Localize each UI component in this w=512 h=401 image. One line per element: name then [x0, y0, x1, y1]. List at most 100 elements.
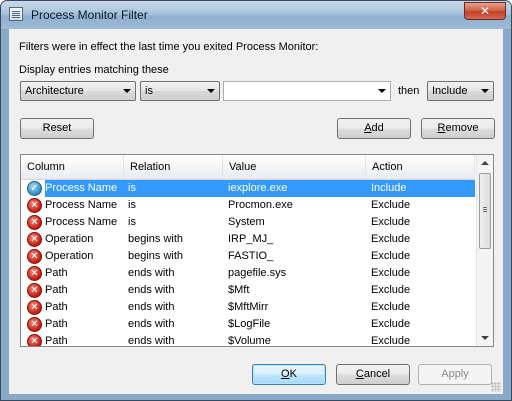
x-icon: ✕	[27, 283, 42, 298]
column-dropdown[interactable]: Architecture	[20, 81, 136, 101]
app-icon	[9, 7, 23, 21]
cell-action: Exclude	[371, 250, 411, 262]
cell-value: iexplore.exe	[228, 182, 288, 194]
add-button-accel: A	[364, 122, 372, 134]
value-combobox[interactable]	[223, 81, 391, 101]
cancel-button[interactable]: Cancel	[336, 364, 410, 385]
cell-action: Exclude	[371, 335, 411, 347]
resize-grip-icon[interactable]	[491, 382, 501, 392]
cell-value: System	[228, 216, 265, 228]
cell-relation: begins with	[128, 233, 184, 245]
display-label: Display entries matching these	[19, 64, 169, 76]
table-row[interactable]: ✕ Path ends with $Mft Exclude	[21, 282, 475, 299]
x-icon: ✕	[27, 215, 42, 230]
table-row[interactable]: ✕ Path ends with pagefile.sys Exclude	[21, 265, 475, 282]
cell-relation: is	[128, 216, 136, 228]
x-icon: ✕	[27, 266, 42, 281]
table-row[interactable]: ✓ Process Name is iexplore.exe Include	[21, 180, 475, 197]
cell-action: Exclude	[371, 199, 411, 211]
cell-relation: ends with	[128, 335, 175, 347]
table-row[interactable]: ✕ Process Name is Procmon.exe Exclude	[21, 197, 475, 214]
table-row[interactable]: ✕ Process Name is System Exclude	[21, 214, 475, 231]
table-row[interactable]: ✕ Path ends with $Volume Exclude	[21, 333, 475, 347]
cell-relation: ends with	[128, 284, 175, 296]
window-title: Process Monitor Filter	[31, 8, 148, 22]
chevron-down-icon	[378, 89, 386, 93]
action-dropdown[interactable]: Include	[427, 81, 494, 101]
cell-action: Exclude	[371, 284, 411, 296]
cell-column: Process Name	[45, 216, 118, 228]
x-icon: ✕	[27, 334, 42, 346]
apply-button[interactable]: Apply	[418, 364, 492, 385]
cell-column: Path	[45, 267, 68, 279]
cell-value: $Volume	[228, 335, 271, 347]
cell-value: $MftMirr	[228, 301, 269, 313]
cell-action: Exclude	[371, 216, 411, 228]
process-monitor-filter-window: Process Monitor Filter ✕ Filters were in…	[0, 0, 512, 401]
x-icon: ✕	[27, 300, 42, 315]
x-icon: ✕	[27, 232, 42, 247]
table-row[interactable]: ✕ Operation begins with IRP_MJ_ Exclude	[21, 231, 475, 248]
scrollbar-thumb[interactable]	[479, 173, 491, 249]
cell-action: Exclude	[371, 301, 411, 313]
relation-dropdown[interactable]: is	[140, 81, 220, 101]
dialog-button-bar: OK Cancel Apply	[9, 354, 503, 394]
relation-dropdown-value: is	[145, 85, 153, 97]
chevron-down-icon	[123, 89, 131, 93]
scroll-down-icon[interactable]	[481, 336, 489, 340]
remove-button[interactable]: Remove	[421, 118, 495, 139]
table-row[interactable]: ✕ Path ends with $MftMirr Exclude	[21, 299, 475, 316]
cell-column: Path	[45, 284, 68, 296]
cell-column: Operation	[45, 250, 94, 262]
dialog-client-area: Filters were in effect the last time you…	[9, 29, 503, 394]
reset-button[interactable]: Reset	[20, 118, 94, 139]
table-row[interactable]: ✕ Path ends with $LogFile Exclude	[21, 316, 475, 333]
header-relation[interactable]: Relation	[124, 155, 223, 179]
title-bar[interactable]: Process Monitor Filter ✕	[1, 1, 511, 29]
cell-value: $Mft	[228, 284, 250, 296]
ok-button[interactable]: OK	[252, 364, 326, 385]
cell-action: Include	[371, 182, 407, 194]
cell-relation: is	[128, 182, 136, 194]
scroll-up-icon[interactable]	[481, 161, 489, 165]
add-button[interactable]: Add	[337, 118, 411, 139]
cell-relation: is	[128, 199, 136, 211]
cancel-button-accel: C	[355, 368, 364, 380]
then-label: then	[398, 85, 420, 97]
x-icon: ✕	[27, 317, 42, 332]
chevron-down-icon	[481, 89, 489, 93]
add-button-label-suffix: dd	[371, 122, 384, 134]
table-row[interactable]: ✕ Operation begins with FASTIO_ Exclude	[21, 248, 475, 265]
cell-column: Process Name	[45, 199, 118, 211]
cell-value: FASTIO_	[228, 250, 274, 262]
intro-text: Filters were in effect the last time you…	[19, 41, 319, 53]
cell-action: Exclude	[371, 267, 411, 279]
close-button[interactable]: ✕	[464, 2, 506, 20]
cell-value: $LogFile	[228, 318, 271, 330]
action-dropdown-value: Include	[432, 85, 468, 97]
cell-column: Operation	[45, 233, 94, 245]
cell-relation: ends with	[128, 301, 175, 313]
cell-column: Path	[45, 301, 68, 313]
cell-relation: ends with	[128, 267, 175, 279]
vertical-scrollbar[interactable]	[476, 155, 493, 346]
cell-relation: begins with	[128, 250, 184, 262]
cell-value: pagefile.sys	[228, 267, 287, 279]
header-value[interactable]: Value	[223, 155, 366, 179]
cell-value: Procmon.exe	[228, 199, 293, 211]
chevron-down-icon	[207, 89, 215, 93]
header-action[interactable]: Action	[366, 155, 475, 179]
cancel-button-label-suffix: ancel	[363, 368, 391, 380]
list-header: Column Relation Value Action	[21, 155, 475, 180]
cell-column: Path	[45, 335, 68, 347]
filter-list[interactable]: Column Relation Value Action ✓ Process Na…	[20, 154, 494, 347]
ok-button-accel: O	[281, 368, 290, 380]
header-column[interactable]: Column	[21, 155, 124, 179]
column-dropdown-value: Architecture	[25, 85, 84, 97]
remove-button-label-suffix: emove	[445, 122, 479, 134]
x-icon: ✕	[27, 198, 42, 213]
x-icon: ✕	[27, 249, 42, 264]
cell-column: Process Name	[45, 182, 118, 194]
cell-action: Exclude	[371, 233, 411, 245]
cell-value: IRP_MJ_	[228, 233, 274, 245]
